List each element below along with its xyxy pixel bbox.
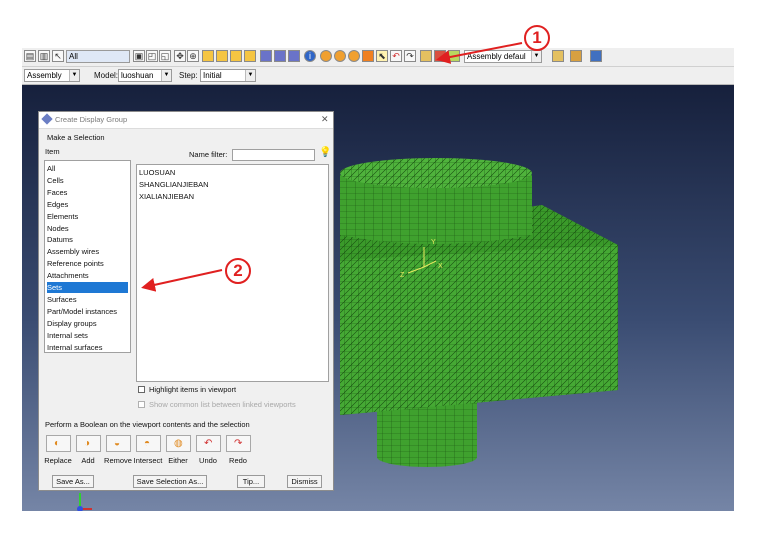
callout-arrow-2: [141, 269, 223, 292]
callout-arrow-1: [436, 42, 523, 64]
annotation-arrows: [141, 42, 523, 292]
callout-1: 1: [524, 25, 550, 51]
callout-2: 2: [225, 258, 251, 284]
